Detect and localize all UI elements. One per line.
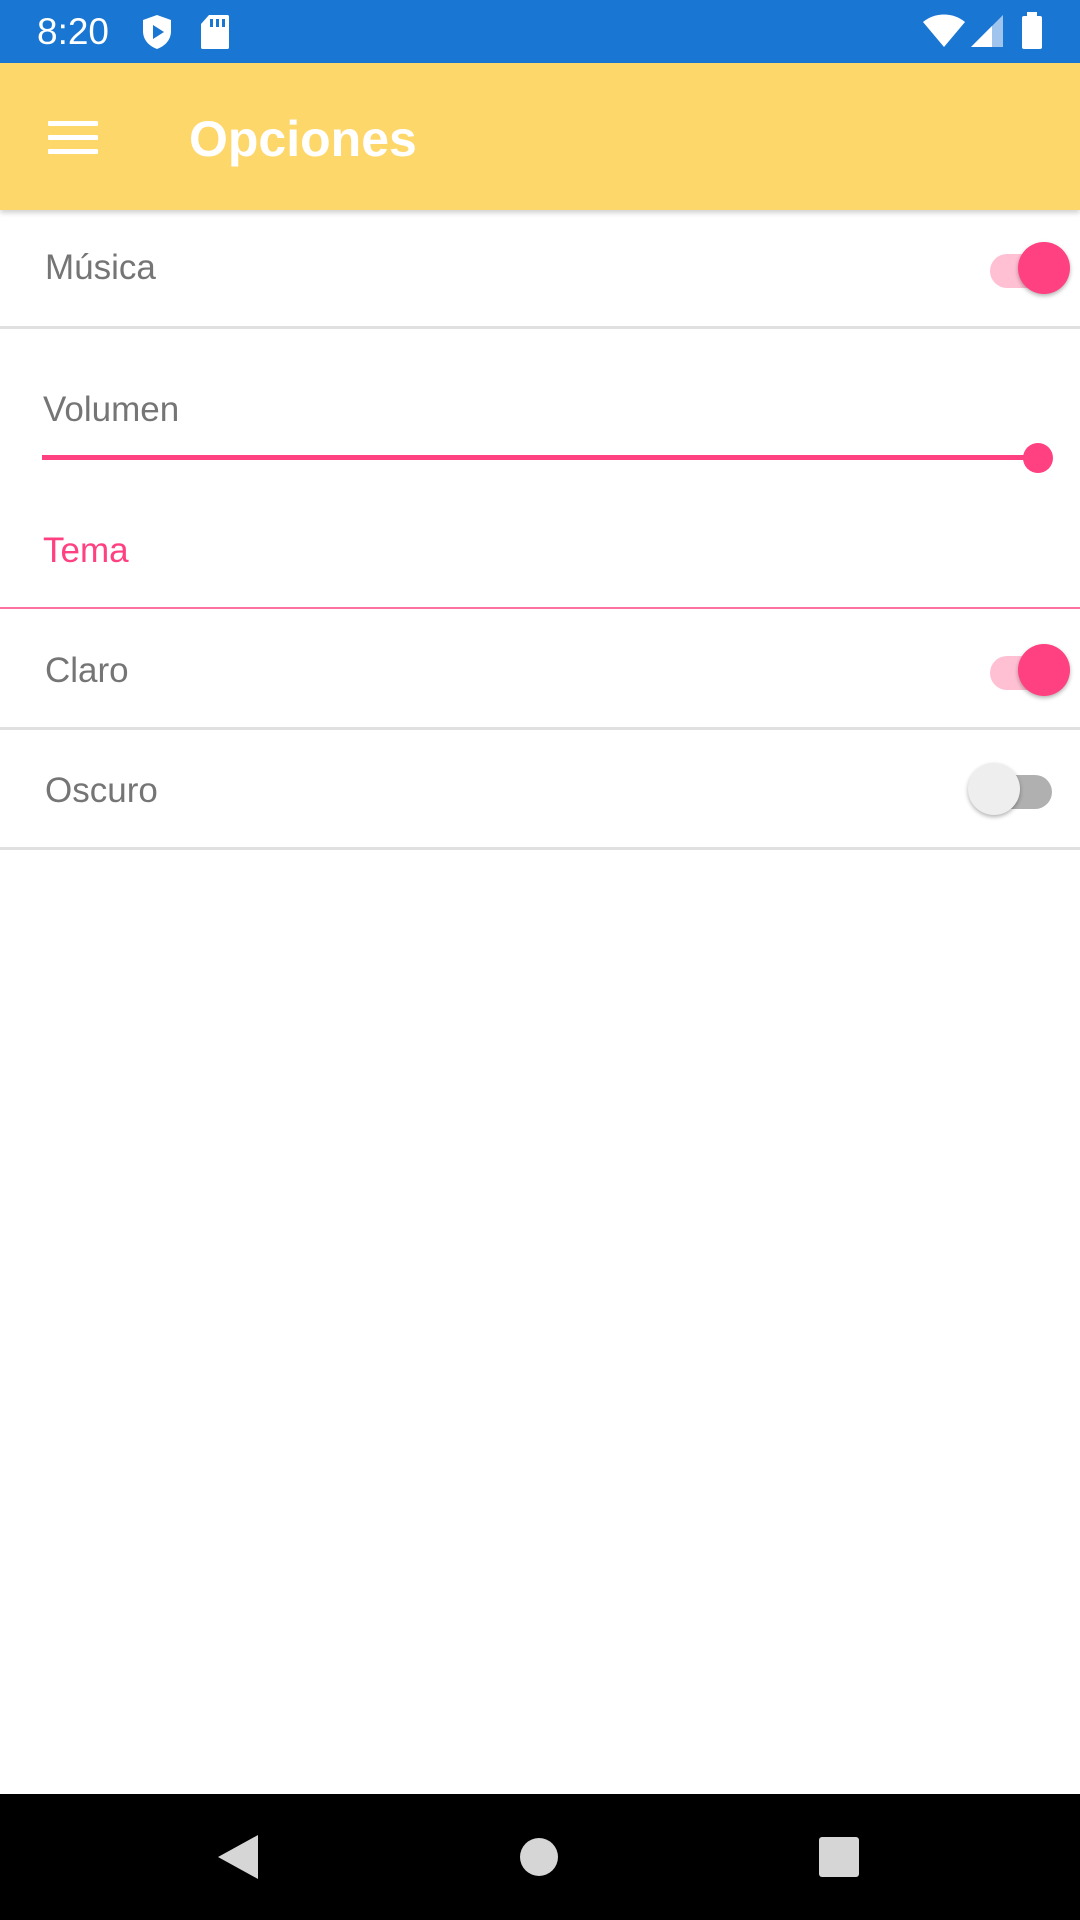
volume-label: Volumen bbox=[43, 390, 180, 429]
shield-play-icon bbox=[143, 15, 171, 49]
cell-signal-icon bbox=[971, 15, 1003, 47]
recents-icon[interactable] bbox=[818, 1836, 860, 1878]
page-title: Opciones bbox=[189, 111, 417, 167]
music-setting-row[interactable]: Música bbox=[0, 210, 1080, 327]
theme-option-dark[interactable]: Oscuro bbox=[0, 730, 1080, 848]
wifi-icon bbox=[923, 14, 965, 47]
dark-theme-switch[interactable] bbox=[968, 760, 1054, 816]
light-theme-switch[interactable] bbox=[986, 641, 1072, 697]
sd-card-icon bbox=[201, 15, 229, 49]
dark-theme-label: Oscuro bbox=[45, 771, 158, 810]
app-bar: Opciones bbox=[0, 63, 1080, 210]
home-icon[interactable] bbox=[519, 1837, 559, 1877]
slider-fill bbox=[42, 455, 1038, 460]
divider bbox=[0, 326, 1080, 329]
music-label: Música bbox=[45, 248, 156, 287]
music-switch[interactable] bbox=[986, 239, 1072, 295]
slider-track bbox=[42, 455, 1038, 460]
options-screen: 8:20 Opciones Música Volumen Tema Claro … bbox=[0, 0, 1080, 1920]
navigation-bar bbox=[0, 1794, 1080, 1920]
volume-slider[interactable] bbox=[42, 440, 1053, 476]
status-time: 8:20 bbox=[37, 11, 110, 52]
theme-option-light[interactable]: Claro bbox=[0, 609, 1080, 727]
divider bbox=[0, 847, 1080, 850]
status-bar: 8:20 bbox=[0, 0, 1080, 63]
theme-section-header: Tema bbox=[43, 531, 129, 570]
light-theme-label: Claro bbox=[45, 651, 129, 690]
battery-icon bbox=[1022, 12, 1042, 49]
slider-thumb[interactable] bbox=[1023, 443, 1053, 473]
menu-button[interactable] bbox=[30, 103, 115, 171]
back-icon[interactable] bbox=[216, 1833, 260, 1881]
